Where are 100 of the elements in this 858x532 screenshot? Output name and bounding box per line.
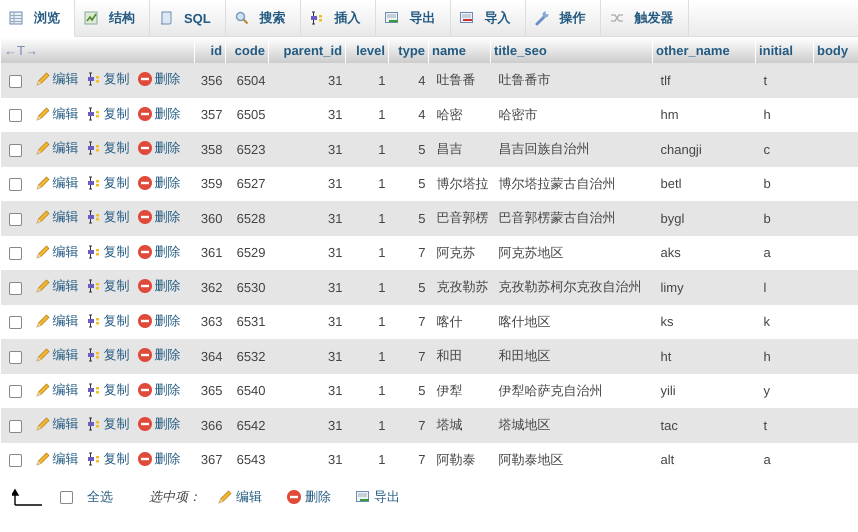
copy-link[interactable]: 复制 [86, 104, 130, 123]
edit-link[interactable]: 编辑 [34, 277, 78, 296]
delete-link[interactable]: 删除 [136, 415, 180, 434]
tab[interactable]: 操作 [526, 0, 601, 36]
table-cell: 7 [388, 236, 429, 270]
delete-link[interactable]: 删除 [136, 277, 180, 296]
copy-link[interactable]: 复制 [86, 415, 130, 434]
edit-link[interactable]: 编辑 [34, 208, 78, 226]
copy-link[interactable]: 复制 [86, 346, 130, 364]
delete-link[interactable]: 删除 [136, 70, 180, 88]
checkbox[interactable] [9, 316, 22, 330]
tab[interactable]: 浏览 [0, 0, 75, 37]
edit-link[interactable]: 编辑 [34, 312, 78, 330]
column-header[interactable]: level [346, 37, 389, 63]
checkbox[interactable] [9, 454, 22, 468]
delete-link[interactable]: 删除 [286, 488, 331, 506]
copy-link[interactable]: 复制 [86, 277, 130, 296]
table-cell: bygl [652, 201, 756, 236]
pencil-icon [34, 278, 50, 294]
delete-link[interactable]: 删除 [136, 380, 180, 399]
table-cell: 31 [268, 339, 346, 374]
checkbox[interactable] [9, 212, 22, 226]
edit-link[interactable]: 编辑 [34, 70, 78, 88]
table-cell: ht [652, 339, 756, 374]
column-header[interactable]: name [428, 37, 491, 63]
edit-link[interactable]: 编辑 [34, 242, 78, 261]
checkbox[interactable] [9, 247, 22, 260]
edit-link[interactable]: 编辑 [34, 450, 78, 468]
select-all-link[interactable]: 全选 [87, 488, 113, 506]
edit-link[interactable]: 编辑 [34, 104, 78, 123]
column-header[interactable]: type [388, 37, 429, 63]
edit-link[interactable]: 编辑 [217, 488, 262, 506]
edit-link[interactable]: 编辑 [34, 174, 78, 192]
delete-link[interactable]: 删除 [136, 312, 180, 330]
column-header[interactable]: code [226, 37, 269, 63]
checkbox[interactable] [9, 385, 22, 398]
checkbox[interactable] [9, 109, 22, 122]
column-header[interactable]: body [814, 37, 858, 63]
copy-link[interactable]: 复制 [86, 174, 130, 192]
copy-row-icon [86, 209, 102, 226]
edit-link[interactable]: 编辑 [34, 346, 78, 364]
delete-link[interactable]: 删除 [136, 242, 180, 261]
table-cell: 克孜勒苏柯尔克孜自治州 [490, 270, 653, 304]
table-cell: t [756, 408, 814, 442]
tab[interactable]: 触发器 [600, 0, 689, 36]
copy-link[interactable]: 复制 [86, 450, 130, 468]
table-cell: 1 [346, 339, 389, 374]
tab[interactable]: 插入 [300, 0, 376, 36]
table-cell: 克孜勒苏 [428, 270, 491, 304]
import-icon [458, 10, 475, 26]
table-cell: 361 [194, 236, 226, 270]
table-cell: t [756, 63, 814, 98]
copy-link[interactable]: 复制 [86, 208, 130, 226]
delete-link[interactable]: 删除 [136, 174, 180, 192]
table-cell: 7 [388, 408, 429, 442]
scroll-icon [158, 10, 174, 26]
checkbox[interactable] [9, 74, 22, 88]
edit-link[interactable]: 编辑 [34, 139, 78, 158]
delete-link[interactable]: 删除 [136, 346, 180, 364]
copy-link[interactable]: 复制 [86, 139, 130, 158]
checkbox[interactable] [9, 420, 22, 433]
column-header[interactable]: title_seo [490, 37, 653, 63]
column-header[interactable]: other_name [652, 37, 756, 63]
column-header[interactable]: initial [756, 37, 814, 63]
column-header[interactable]: id [194, 37, 226, 63]
delete-link[interactable]: 删除 [136, 450, 180, 468]
checkbox[interactable] [9, 350, 22, 364]
table-cell: yili [652, 374, 756, 408]
checkbox[interactable] [9, 144, 22, 157]
table-cell: 1 [346, 201, 389, 236]
checkbox[interactable] [9, 282, 22, 295]
tab[interactable]: 导出 [376, 0, 451, 36]
copy-row-icon [86, 416, 102, 432]
copy-link[interactable]: 复制 [86, 380, 130, 399]
pencil-icon [34, 450, 50, 467]
checkbox[interactable] [60, 490, 73, 504]
delete-icon [136, 209, 152, 226]
column-header[interactable]: parent_id [268, 37, 346, 63]
checkbox[interactable] [9, 178, 22, 192]
copy-link[interactable]: 复制 [86, 312, 130, 330]
tab[interactable]: 导入 [450, 0, 526, 36]
copy-link[interactable]: 复制 [86, 242, 130, 261]
delete-link[interactable]: 删除 [136, 104, 180, 123]
copy-row-icon [86, 382, 102, 398]
table-cell: 1 [346, 98, 389, 132]
delete-link[interactable]: 删除 [136, 139, 180, 158]
table-cell: 6540 [226, 374, 269, 408]
table-cell: 5 [388, 201, 429, 236]
delete-link[interactable]: 删除 [136, 208, 180, 226]
delete-icon [136, 106, 152, 122]
table-cell: 1 [346, 270, 389, 304]
copy-link[interactable]: 复制 [86, 70, 130, 88]
edit-link[interactable]: 编辑 [34, 415, 78, 434]
export-link[interactable]: 导出 [355, 488, 400, 506]
edit-link[interactable]: 编辑 [34, 380, 78, 399]
table-cell: 1 [346, 408, 389, 442]
delete-icon [136, 140, 152, 156]
copy-row-icon [86, 278, 102, 294]
tab[interactable]: 搜索 [226, 0, 301, 36]
copy-row-icon [86, 140, 102, 156]
